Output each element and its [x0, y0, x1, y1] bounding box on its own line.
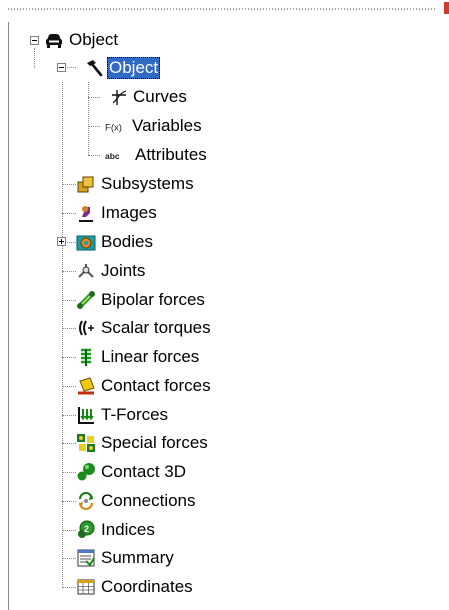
tree-node-label: Joints — [101, 261, 146, 280]
t-forces-icon — [76, 405, 96, 425]
svg-text:F(x): F(x) — [105, 122, 122, 133]
tree-node-subsystems[interactable]: Subsystems — [76, 173, 196, 195]
tree-line — [62, 184, 76, 185]
tree-line — [88, 97, 100, 98]
connections-icon — [76, 491, 96, 511]
tree-node-label: Contact forces — [101, 376, 211, 395]
tree-node-object[interactable]: Object — [84, 57, 161, 79]
tree-line — [62, 443, 76, 444]
abc-icon: abc — [105, 145, 131, 165]
tree-node-summary[interactable]: Summary — [76, 547, 176, 569]
indices-icon: 2 — [76, 520, 96, 540]
collapse-root-toggle[interactable] — [30, 36, 39, 45]
tree-node-label: Connections — [101, 491, 196, 510]
special-forces-icon — [76, 433, 96, 453]
svg-text:abc: abc — [105, 151, 120, 161]
contact-forces-icon — [76, 376, 96, 396]
tree-node-contact-forces[interactable]: Contact forces — [76, 375, 213, 397]
tree-node-attributes[interactable]: abc Attributes — [105, 144, 209, 166]
joints-icon — [76, 261, 96, 281]
coordinates-icon — [76, 577, 96, 597]
tree-line — [62, 213, 76, 214]
car-icon — [44, 30, 64, 50]
tree-node-connections[interactable]: Connections — [76, 490, 198, 512]
tree-node-label: Variables — [132, 116, 202, 135]
tree-node-joints[interactable]: Joints — [76, 260, 147, 282]
tree-node-linear-forces[interactable]: Linear forces — [76, 346, 201, 368]
tree-line — [62, 415, 76, 416]
tree-node-label: Curves — [133, 87, 187, 106]
tree-node-label: T-Forces — [101, 405, 169, 424]
tree-node-variables[interactable]: F(x) Variables — [105, 115, 204, 137]
tree-node-t-forces[interactable]: T-Forces — [76, 404, 170, 426]
tree-node-label: Summary — [101, 548, 174, 567]
tree-line — [34, 48, 35, 68]
tree-node-label: Indices — [101, 520, 155, 539]
tree-node-curves[interactable]: Curves — [108, 86, 189, 108]
bodies-icon — [76, 232, 96, 252]
tree-line — [62, 300, 76, 301]
tree-line — [88, 155, 100, 156]
tree-line — [88, 126, 100, 127]
tree-line — [62, 386, 76, 387]
tree-line — [62, 271, 76, 272]
tree-node-scalar-torques[interactable]: Scalar torques — [76, 317, 213, 339]
expand-bodies-toggle[interactable] — [57, 237, 66, 246]
tree-node-bipolar-forces[interactable]: Bipolar forces — [76, 289, 207, 311]
tree-node-contact-3d[interactable]: Contact 3D — [76, 461, 188, 483]
tree-line — [62, 328, 76, 329]
tree-node-indices[interactable]: 2 Indices — [76, 519, 157, 541]
tree-node-coordinates[interactable]: Coordinates — [76, 576, 195, 598]
collapse-object-toggle[interactable] — [57, 63, 66, 72]
svg-text:2: 2 — [84, 524, 89, 534]
tree-node-label: Subsystems — [101, 174, 194, 193]
tree-node-label: Special forces — [101, 433, 208, 452]
scalar-torques-icon — [76, 318, 96, 338]
tree-node-special-forces[interactable]: Special forces — [76, 432, 210, 454]
tree-node-images[interactable]: Images — [76, 202, 159, 224]
tree-line — [62, 82, 63, 585]
tree-line — [62, 472, 76, 473]
tree-line — [62, 587, 76, 588]
object-tree[interactable]: Object Object Curves F(x) Variables abc … — [0, 0, 449, 610]
tree-node-label: Coordinates — [101, 577, 193, 596]
tree-node-label: Object — [69, 30, 119, 49]
tree-node-root[interactable]: Object — [44, 29, 120, 51]
function-icon: F(x) — [105, 116, 128, 136]
tree-node-label: Bodies — [101, 232, 153, 251]
tree-line — [88, 82, 89, 155]
tree-node-label: Bipolar forces — [101, 290, 205, 309]
tree-line — [62, 501, 76, 502]
contact-3d-icon — [76, 462, 96, 482]
subsystems-icon — [76, 174, 96, 194]
tree-node-label: Scalar torques — [101, 318, 211, 337]
images-icon — [76, 203, 96, 223]
tree-line — [62, 357, 76, 358]
tree-node-label: Object — [107, 57, 161, 79]
summary-icon — [76, 548, 96, 568]
tree-node-label: Images — [101, 203, 157, 222]
tree-line — [62, 530, 76, 531]
tree-node-label: Attributes — [135, 145, 207, 164]
tree-node-bodies[interactable]: Bodies — [76, 231, 155, 253]
tree-node-label: Contact 3D — [101, 462, 187, 481]
bipolar-forces-icon — [76, 290, 96, 310]
tree-node-label: Linear forces — [101, 347, 200, 366]
curve-axes-icon — [108, 87, 128, 107]
hammer-icon — [84, 58, 104, 78]
linear-forces-icon — [76, 347, 96, 367]
tree-line — [62, 558, 76, 559]
